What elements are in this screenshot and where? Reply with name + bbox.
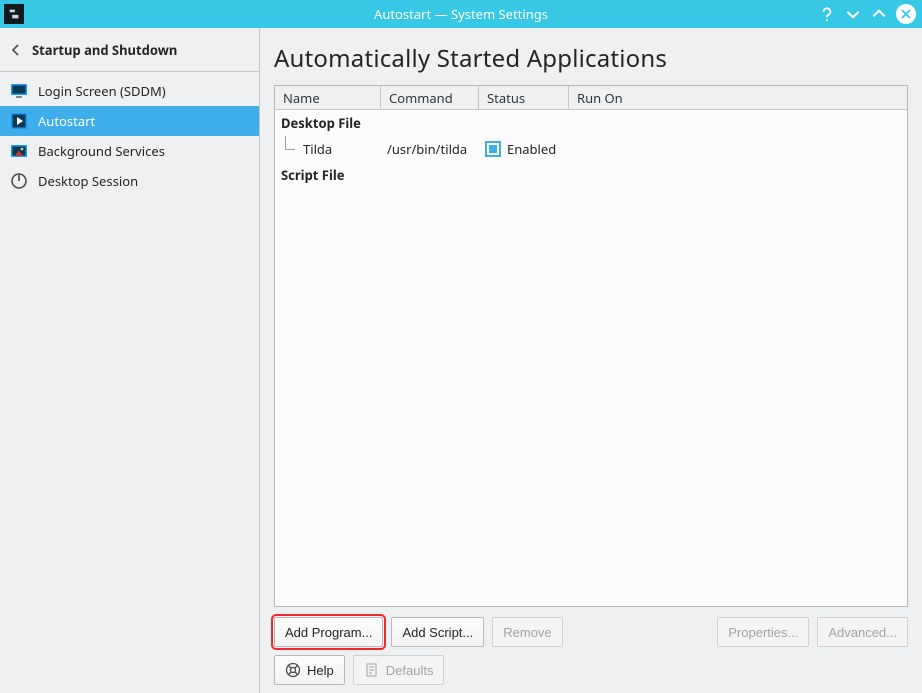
- sidebar-list: Login Screen (SDDM) Autostart Background…: [0, 72, 259, 693]
- document-revert-icon: [364, 662, 380, 678]
- window-title: Autostart — System Settings: [0, 5, 922, 23]
- minimize-icon[interactable]: [844, 5, 862, 23]
- th-command[interactable]: Command: [381, 86, 479, 109]
- cell-status: Enabled: [479, 140, 599, 158]
- back-icon[interactable]: [8, 42, 24, 58]
- checkbox-icon[interactable]: [485, 141, 501, 157]
- play-square-icon: [10, 112, 28, 130]
- main-content: Automatically Started Applications Name …: [260, 28, 922, 693]
- sidebar-item-desktop-session[interactable]: Desktop Session: [0, 166, 259, 196]
- cell-name: Tilda: [297, 140, 381, 158]
- defaults-button[interactable]: Defaults: [353, 655, 445, 685]
- add-script-button[interactable]: Add Script...: [391, 617, 484, 647]
- table-body[interactable]: Desktop File Tilda /usr/bin/tilda Enable…: [275, 110, 907, 606]
- group-script-file[interactable]: Script File: [275, 162, 907, 188]
- group-desktop-file[interactable]: Desktop File: [275, 110, 907, 136]
- th-name[interactable]: Name: [275, 86, 381, 109]
- remove-button[interactable]: Remove: [492, 617, 562, 647]
- page-title: Automatically Started Applications: [274, 38, 908, 85]
- breadcrumb-label: Startup and Shutdown: [32, 41, 177, 59]
- table-header: Name Command Status Run On: [275, 86, 907, 110]
- services-icon: [10, 142, 28, 160]
- button-row-footer: Help Defaults: [274, 647, 908, 685]
- power-icon: [10, 172, 28, 190]
- app-icon: [4, 4, 24, 24]
- button-row-actions: Add Program... Add Script... Remove Prop…: [274, 607, 908, 647]
- cell-command: /usr/bin/tilda: [381, 140, 479, 158]
- sidebar-item-autostart[interactable]: Autostart: [0, 106, 259, 136]
- advanced-button[interactable]: Advanced...: [817, 617, 908, 647]
- help-icon[interactable]: [818, 5, 836, 23]
- breadcrumb[interactable]: Startup and Shutdown: [0, 28, 259, 72]
- autostart-table: Name Command Status Run On Desktop File …: [274, 85, 908, 607]
- add-program-button[interactable]: Add Program...: [274, 617, 383, 647]
- sidebar: Startup and Shutdown Login Screen (SDDM)…: [0, 28, 260, 693]
- th-status[interactable]: Status: [479, 86, 569, 109]
- sidebar-item-bg-services[interactable]: Background Services: [0, 136, 259, 166]
- help-button[interactable]: Help: [274, 655, 345, 685]
- sidebar-item-label: Background Services: [38, 142, 165, 160]
- th-run-on[interactable]: Run On: [569, 86, 907, 109]
- maximize-icon[interactable]: [870, 5, 888, 23]
- table-row[interactable]: Tilda /usr/bin/tilda Enabled: [275, 136, 907, 162]
- sidebar-item-login-screen[interactable]: Login Screen (SDDM): [0, 76, 259, 106]
- sidebar-item-label: Login Screen (SDDM): [38, 82, 166, 100]
- sidebar-item-label: Desktop Session: [38, 172, 138, 190]
- monitor-icon: [10, 82, 28, 100]
- tree-branch-icon: [279, 136, 297, 162]
- properties-button[interactable]: Properties...: [717, 617, 809, 647]
- status-label: Enabled: [507, 140, 556, 158]
- lifebuoy-icon: [285, 662, 301, 678]
- titlebar: Autostart — System Settings: [0, 0, 922, 28]
- close-icon[interactable]: [896, 4, 916, 24]
- window-controls: [818, 0, 916, 28]
- sidebar-item-label: Autostart: [38, 112, 95, 130]
